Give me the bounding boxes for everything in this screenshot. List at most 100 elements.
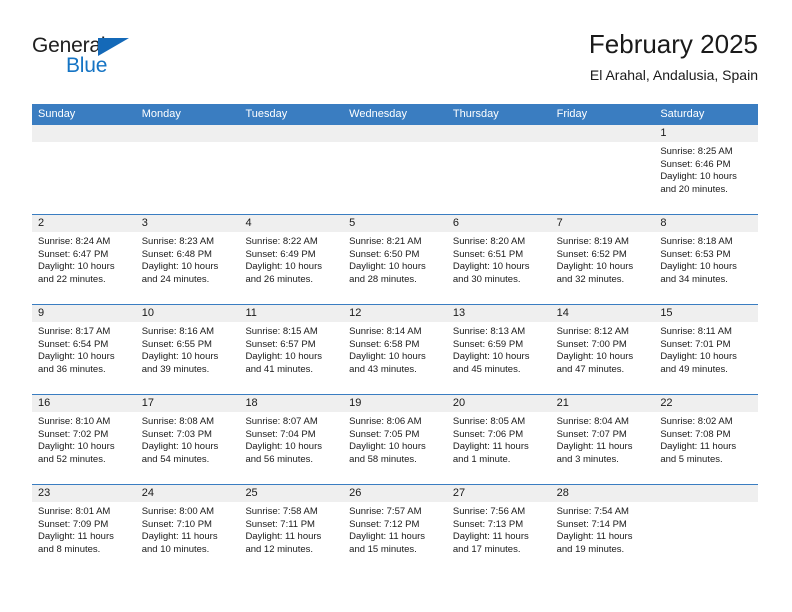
day-details: Sunrise: 8:14 AM Sunset: 6:58 PM Daylight:… bbox=[343, 322, 447, 376]
calendar-day-cell[interactable]: 22 Sunrise: 8:02 AM Sunset: 7:08 PM Dayligh… bbox=[654, 395, 759, 484]
day-details: Sunrise: 8:06 AM Sunset: 7:05 PM Daylight:… bbox=[343, 412, 447, 466]
day-details: Sunrise: 8:07 AM Sunset: 7:04 PM Daylight:… bbox=[239, 412, 343, 466]
calendar-day-cell[interactable]: 11 Sunrise: 8:15 AM Sunset: 6:57 PM Dayligh… bbox=[239, 305, 344, 394]
day-details: Sunrise: 8:15 AM Sunset: 6:57 PM Daylight:… bbox=[239, 322, 343, 376]
daylight-duration-line1: Daylight: 10 hours bbox=[556, 351, 634, 363]
sunrise-time: Sunrise: 8:12 AM bbox=[556, 326, 629, 337]
calendar-day-cell[interactable]: 20 Sunrise: 8:05 AM Sunset: 7:06 PM Dayligh… bbox=[446, 395, 551, 484]
calendar-day-cell[interactable]: 1 Sunrise: 8:25 AM Sunset: 6:46 PM Daylight… bbox=[654, 125, 759, 214]
daylight-duration-line2: and 19 minutes. bbox=[556, 543, 625, 555]
sunrise-time: Sunrise: 8:07 AM bbox=[245, 416, 318, 427]
calendar-day-cell[interactable]: 23 Sunrise: 8:01 AM Sunset: 7:09 PM Dayligh… bbox=[32, 485, 136, 574]
day-number: 27 bbox=[446, 485, 551, 502]
calendar-day-cell[interactable]: 8 Sunrise: 8:18 AM Sunset: 6:53 PM Daylight… bbox=[654, 215, 759, 304]
calendar-day-cell[interactable]: 16 Sunrise: 8:10 AM Sunset: 7:02 PM Dayligh… bbox=[32, 395, 136, 484]
calendar-day-cell[interactable]: 12 Sunrise: 8:14 AM Sunset: 6:58 PM Dayligh… bbox=[343, 305, 447, 394]
calendar-day-cell[interactable]: 26 Sunrise: 7:57 AM Sunset: 7:12 PM Dayligh… bbox=[343, 485, 447, 574]
day-number bbox=[135, 125, 240, 142]
sunrise-time: Sunrise: 8:00 AM bbox=[141, 506, 215, 517]
calendar-day-cell[interactable]: 18 Sunrise: 8:07 AM Sunset: 7:04 PM Dayligh… bbox=[239, 395, 344, 484]
sunrise-time: Sunrise: 7:54 AM bbox=[556, 506, 629, 517]
sunrise-time: Sunrise: 8:17 AM bbox=[38, 326, 111, 337]
daylight-duration-line1: Daylight: 11 hours bbox=[141, 531, 218, 543]
calendar-day-cell[interactable]: 13 Sunrise: 8:13 AM Sunset: 6:59 PM Dayligh… bbox=[446, 305, 551, 394]
daylight-duration-line2: and 47 minutes. bbox=[556, 363, 625, 375]
calendar-day-cell[interactable]: 15 Sunrise: 8:11 AM Sunset: 7:01 PM Dayligh… bbox=[654, 305, 759, 394]
daylight-duration-line2: and 17 minutes. bbox=[452, 543, 521, 555]
calendar-week-row: 9 Sunrise: 8:17 AM Sunset: 6:54 PM Daylight… bbox=[32, 304, 759, 394]
calendar-day-cell[interactable]: 17 Sunrise: 8:08 AM Sunset: 7:03 PM Dayligh… bbox=[135, 395, 240, 484]
calendar-day-cell[interactable]: 14 Sunrise: 8:12 AM Sunset: 7:00 PM Dayligh… bbox=[550, 305, 655, 394]
calendar-day-cell[interactable]: 7 Sunrise: 8:19 AM Sunset: 6:52 PM Daylight… bbox=[550, 215, 655, 304]
daylight-duration-line1: Daylight: 10 hours bbox=[349, 351, 426, 363]
sunrise-time: Sunrise: 8:24 AM bbox=[38, 236, 111, 247]
daylight-duration-line2: and 28 minutes. bbox=[349, 273, 417, 285]
sunrise-time: Sunrise: 8:14 AM bbox=[349, 326, 422, 337]
sunset-time: Sunset: 6:47 PM bbox=[38, 248, 109, 260]
day-number: 14 bbox=[550, 305, 655, 322]
calendar-day-cell-empty bbox=[239, 125, 344, 214]
weekday-monday: Monday bbox=[141, 108, 181, 120]
sunrise-time: Sunrise: 8:21 AM bbox=[349, 236, 422, 247]
daylight-duration-line1: Daylight: 10 hours bbox=[452, 261, 530, 273]
sunset-time: Sunset: 6:55 PM bbox=[141, 338, 212, 350]
sunset-time: Sunset: 7:14 PM bbox=[556, 518, 627, 530]
daylight-duration-line1: Daylight: 11 hours bbox=[556, 531, 633, 543]
calendar-day-cell[interactable]: 6 Sunrise: 8:20 AM Sunset: 6:51 PM Daylight… bbox=[446, 215, 551, 304]
calendar-day-cell[interactable]: 10 Sunrise: 8:16 AM Sunset: 6:55 PM Dayligh… bbox=[135, 305, 240, 394]
calendar-day-cell[interactable]: 9 Sunrise: 8:17 AM Sunset: 6:54 PM Daylight… bbox=[32, 305, 136, 394]
calendar-day-cell[interactable]: 5 Sunrise: 8:21 AM Sunset: 6:50 PM Daylight… bbox=[343, 215, 447, 304]
calendar-week-row: 1 Sunrise: 8:25 AM Sunset: 6:46 PM Daylight… bbox=[32, 125, 759, 214]
daylight-duration-line1: Daylight: 10 hours bbox=[349, 441, 426, 453]
daylight-duration-line2: and 5 minutes. bbox=[660, 453, 723, 465]
daylight-duration-line2: and 41 minutes. bbox=[245, 363, 314, 375]
day-number: 1 bbox=[654, 125, 759, 142]
day-details: Sunrise: 8:05 AM Sunset: 7:06 PM Daylight:… bbox=[447, 412, 551, 466]
calendar-day-cell[interactable]: 19 Sunrise: 8:06 AM Sunset: 7:05 PM Dayligh… bbox=[343, 395, 447, 484]
calendar-day-cell[interactable]: 2 Sunrise: 8:24 AM Sunset: 6:47 PM Daylight… bbox=[32, 215, 136, 304]
calendar-day-cell[interactable]: 27 Sunrise: 7:56 AM Sunset: 7:13 PM Dayligh… bbox=[446, 485, 551, 574]
calendar-day-cell[interactable]: 24 Sunrise: 8:00 AM Sunset: 7:10 PM Dayligh… bbox=[135, 485, 240, 574]
day-number: 26 bbox=[343, 485, 447, 502]
daylight-duration-line2: and 54 minutes. bbox=[141, 453, 210, 465]
day-details: Sunrise: 8:04 AM Sunset: 7:07 PM Daylight:… bbox=[551, 412, 655, 466]
sunrise-time: Sunrise: 8:06 AM bbox=[349, 416, 422, 427]
day-number bbox=[239, 125, 344, 142]
sunrise-time: Sunrise: 8:22 AM bbox=[245, 236, 318, 247]
calendar-day-cell[interactable]: 4 Sunrise: 8:22 AM Sunset: 6:49 PM Daylight… bbox=[239, 215, 344, 304]
sunrise-time: Sunrise: 8:23 AM bbox=[141, 236, 215, 247]
sunrise-time: Sunrise: 8:04 AM bbox=[556, 416, 629, 427]
daylight-duration-line1: Daylight: 11 hours bbox=[556, 441, 633, 453]
daylight-duration-line2: and 56 minutes. bbox=[245, 453, 314, 465]
sunset-time: Sunset: 7:06 PM bbox=[452, 428, 524, 440]
daylight-duration-line1: Daylight: 10 hours bbox=[660, 351, 737, 363]
calendar-week-row: 23 Sunrise: 8:01 AM Sunset: 7:09 PM Dayligh… bbox=[32, 484, 759, 574]
daylight-duration-line2: and 3 minutes. bbox=[556, 453, 619, 465]
sunset-time: Sunset: 7:13 PM bbox=[452, 518, 524, 530]
day-number bbox=[343, 125, 447, 142]
day-details: Sunrise: 8:24 AM Sunset: 6:47 PM Daylight:… bbox=[32, 232, 136, 286]
weekday-sunday: Sunday bbox=[38, 108, 76, 120]
sunset-time: Sunset: 7:04 PM bbox=[245, 428, 316, 440]
day-details: Sunrise: 8:11 AM Sunset: 7:01 PM Daylight:… bbox=[654, 322, 758, 376]
daylight-duration-line2: and 10 minutes. bbox=[141, 543, 210, 555]
day-number: 24 bbox=[135, 485, 240, 502]
calendar-week-row: 16 Sunrise: 8:10 AM Sunset: 7:02 PM Dayligh… bbox=[32, 394, 759, 484]
calendar-day-cell[interactable]: 3 Sunrise: 8:23 AM Sunset: 6:48 PM Daylight… bbox=[135, 215, 240, 304]
daylight-duration-line2: and 8 minutes. bbox=[38, 543, 101, 555]
calendar-day-cell[interactable]: 28 Sunrise: 7:54 AM Sunset: 7:14 PM Dayligh… bbox=[550, 485, 655, 574]
day-number bbox=[550, 125, 655, 142]
calendar-day-cell[interactable]: 25 Sunrise: 7:58 AM Sunset: 7:11 PM Dayligh… bbox=[239, 485, 344, 574]
daylight-duration-line2: and 43 minutes. bbox=[349, 363, 417, 375]
day-details: Sunrise: 8:01 AM Sunset: 7:09 PM Daylight:… bbox=[32, 502, 136, 556]
day-number: 21 bbox=[550, 395, 655, 412]
sunset-time: Sunset: 6:51 PM bbox=[452, 248, 524, 260]
daylight-duration-line2: and 45 minutes. bbox=[452, 363, 521, 375]
day-details: Sunrise: 8:18 AM Sunset: 6:53 PM Daylight:… bbox=[654, 232, 758, 286]
day-number: 16 bbox=[32, 395, 136, 412]
calendar-day-cell[interactable]: 21 Sunrise: 8:04 AM Sunset: 7:07 PM Dayligh… bbox=[550, 395, 655, 484]
day-details: Sunrise: 8:12 AM Sunset: 7:00 PM Daylight:… bbox=[551, 322, 655, 376]
daylight-duration-line2: and 1 minute. bbox=[452, 453, 511, 465]
daylight-duration-line1: Daylight: 10 hours bbox=[38, 351, 115, 363]
day-number: 13 bbox=[446, 305, 551, 322]
